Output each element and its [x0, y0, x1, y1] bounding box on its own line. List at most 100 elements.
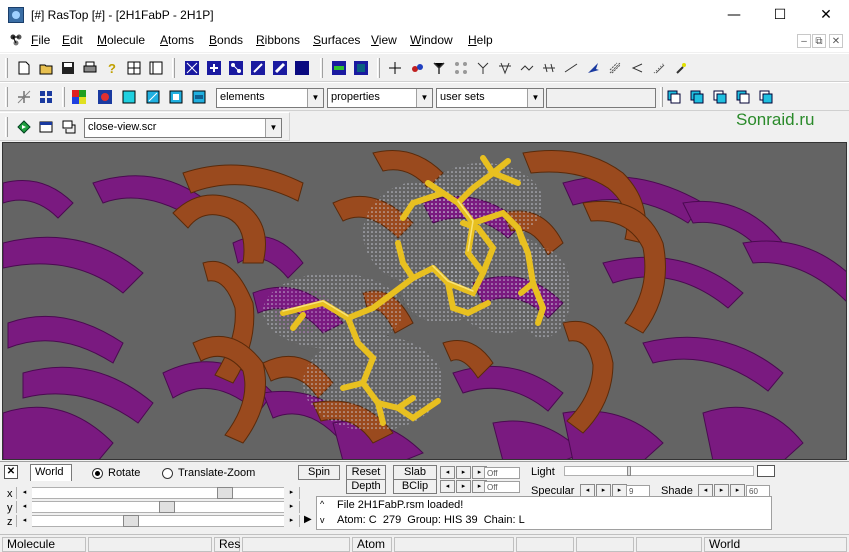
rastop-app-icon[interactable]	[8, 7, 24, 23]
y-rotation-slider[interactable]: ◂ ▸	[16, 501, 300, 514]
backbone-trace-icon[interactable]	[518, 59, 536, 77]
select-window-3-icon[interactable]	[711, 88, 729, 106]
mdi-minimize-button[interactable]: –	[797, 34, 811, 48]
x-rotation-slider[interactable]: ◂ ▸	[16, 487, 300, 500]
save-icon[interactable]	[59, 59, 77, 77]
scroll-up-icon[interactable]: ^	[320, 499, 324, 509]
mdi-close-button[interactable]: ✕	[829, 34, 843, 48]
mdi-restore-button[interactable]: ⧉	[812, 34, 826, 48]
label-icon[interactable]	[672, 59, 690, 77]
atom-network-icon[interactable]	[430, 59, 448, 77]
arrow-left-icon[interactable]: ◂	[17, 501, 32, 514]
help-pointer-icon[interactable]: ?	[103, 59, 121, 77]
mdi-child-icon[interactable]	[9, 33, 23, 47]
menu-window[interactable]: Window	[410, 33, 453, 47]
display-spacefill-icon[interactable]	[293, 59, 311, 77]
color-temperature-icon[interactable]	[190, 88, 208, 106]
slab-decrease-icon[interactable]: ◂	[440, 466, 455, 479]
translate-zoom-radio[interactable]	[162, 468, 173, 479]
menu-edit[interactable]: Edit	[62, 33, 83, 47]
atom-spheres-icon[interactable]	[408, 59, 426, 77]
script-record-icon[interactable]	[60, 118, 78, 136]
color-cyan-icon[interactable]	[120, 88, 138, 106]
expand-arrow-icon[interactable]: ▶	[304, 514, 312, 525]
print-icon[interactable]	[81, 59, 99, 77]
slab-increase-icon[interactable]: ▸	[456, 466, 471, 479]
menu-molecule[interactable]: Molecule	[97, 33, 145, 47]
light-color-swatch[interactable]	[757, 465, 775, 477]
display-backbone-icon[interactable]	[249, 59, 267, 77]
menu-atoms[interactable]: Atoms	[160, 33, 194, 47]
chevron-down-icon[interactable]: ▼	[307, 89, 323, 107]
ssbond-icon[interactable]	[496, 59, 514, 77]
script-file-combo[interactable]: close-view.scr ▼	[84, 118, 282, 138]
menu-view[interactable]: View	[371, 33, 397, 47]
arrow-right-icon[interactable]: ▸	[284, 501, 299, 514]
color-group-icon[interactable]	[167, 88, 185, 106]
display-sticks-icon[interactable]	[205, 59, 223, 77]
scroll-down-icon[interactable]: v	[320, 515, 325, 525]
display-wireframe-icon[interactable]	[183, 59, 201, 77]
cartoon-arrow-icon[interactable]	[584, 59, 602, 77]
slab-value-field[interactable]: Off	[484, 467, 520, 479]
menu-help[interactable]: Help	[468, 33, 493, 47]
properties-combo[interactable]: properties ▼	[327, 88, 433, 108]
bclip-increase-icon[interactable]: ▸	[456, 480, 471, 493]
minimize-button[interactable]: —	[711, 0, 757, 30]
arrow-right-icon[interactable]: ▸	[284, 487, 299, 500]
z-rotation-slider[interactable]: ◂ ▸	[16, 515, 300, 528]
menu-ribbons[interactable]: Ribbons	[256, 33, 300, 47]
toolbar-grip[interactable]	[5, 87, 8, 107]
menu-file[interactable]: File	[31, 33, 50, 47]
slider-thumb[interactable]	[627, 466, 631, 476]
light-slider[interactable]	[564, 466, 754, 476]
elements-combo[interactable]: elements ▼	[216, 88, 324, 108]
selection-expression-field[interactable]	[546, 88, 656, 108]
open-folder-icon[interactable]	[37, 59, 55, 77]
color-chain-icon[interactable]	[144, 88, 162, 106]
maximize-button[interactable]: ☐	[757, 0, 803, 30]
display-ribbons-icon[interactable]	[271, 59, 289, 77]
script-editor-icon[interactable]	[37, 118, 55, 136]
slider-thumb[interactable]	[159, 501, 175, 513]
select-window-2-icon[interactable]	[688, 88, 706, 106]
depth-button[interactable]: Depth	[346, 479, 386, 494]
reset-button[interactable]: Reset	[346, 465, 386, 480]
molecule-viewport[interactable]	[2, 142, 847, 460]
angle-monitor-icon[interactable]	[562, 59, 580, 77]
arrow-left-icon[interactable]: ◂	[17, 515, 32, 528]
atom-center-icon[interactable]	[386, 59, 404, 77]
message-log[interactable]: ^ v File 2H1FabP.rsm loaded! Atom: C 279…	[316, 496, 772, 530]
select-bonded-icon[interactable]	[15, 88, 33, 106]
atom-dots-icon[interactable]	[452, 59, 470, 77]
panel-close-button[interactable]: ✕	[4, 465, 18, 479]
tab-world[interactable]: World	[30, 464, 72, 481]
bclip-value-field[interactable]: Off	[484, 481, 520, 493]
arrow-left-icon[interactable]: ◂	[17, 487, 32, 500]
user-sets-combo[interactable]: user sets ▼	[436, 88, 544, 108]
split-vertical-icon[interactable]	[147, 59, 165, 77]
new-file-icon[interactable]	[15, 59, 33, 77]
distance-monitor-icon[interactable]	[540, 59, 558, 77]
spin-button[interactable]: Spin	[298, 465, 340, 480]
color-palette-icon[interactable]	[70, 88, 88, 106]
select-grid-icon[interactable]	[37, 88, 55, 106]
select-window-1-icon[interactable]	[665, 88, 683, 106]
script-run-icon[interactable]	[15, 118, 33, 136]
chevron-down-icon[interactable]: ▼	[416, 89, 432, 107]
slider-thumb[interactable]	[217, 487, 233, 499]
split-horizontal-icon[interactable]	[125, 59, 143, 77]
slab-button[interactable]: Slab	[393, 465, 437, 480]
select-window-4-icon[interactable]	[734, 88, 752, 106]
menu-surfaces[interactable]: Surfaces	[313, 33, 360, 47]
dots-trace-icon[interactable]	[650, 59, 668, 77]
select-window-5-icon[interactable]	[757, 88, 775, 106]
color-cpk-icon[interactable]	[96, 88, 114, 106]
stereo-icon[interactable]	[330, 59, 348, 77]
bclip-decrease-icon[interactable]: ◂	[440, 480, 455, 493]
chevron-down-icon[interactable]: ▼	[527, 89, 543, 107]
background-icon[interactable]	[352, 59, 370, 77]
toolbar-grip[interactable]	[5, 117, 8, 137]
chevron-down-icon[interactable]: ▼	[265, 119, 281, 137]
toolbar-grip[interactable]	[5, 58, 8, 78]
